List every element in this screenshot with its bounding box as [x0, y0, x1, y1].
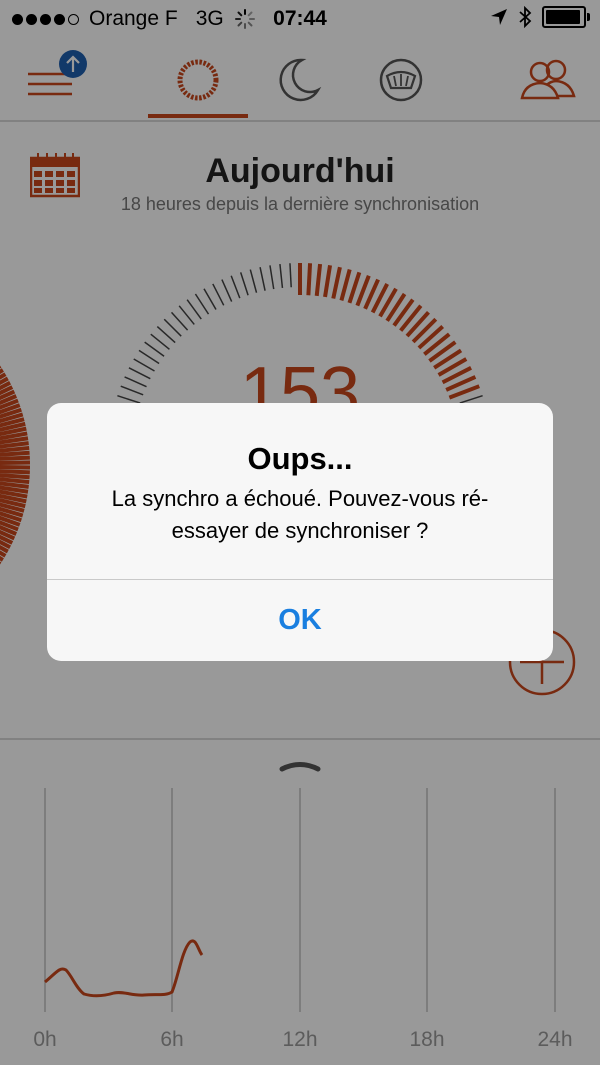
sync-error-alert: Oups... La synchro a échoué. Pouvez-vous…	[47, 403, 553, 661]
app-screen: Orange F 3G 07:44 Aujourd'hui 18 heures …	[0, 0, 600, 1065]
ok-button[interactable]: OK	[47, 580, 553, 661]
alert-title: Oups...	[247, 441, 353, 476]
alert-message: La synchro a échoué. Pouvez-vous ré-essa…	[111, 486, 489, 543]
